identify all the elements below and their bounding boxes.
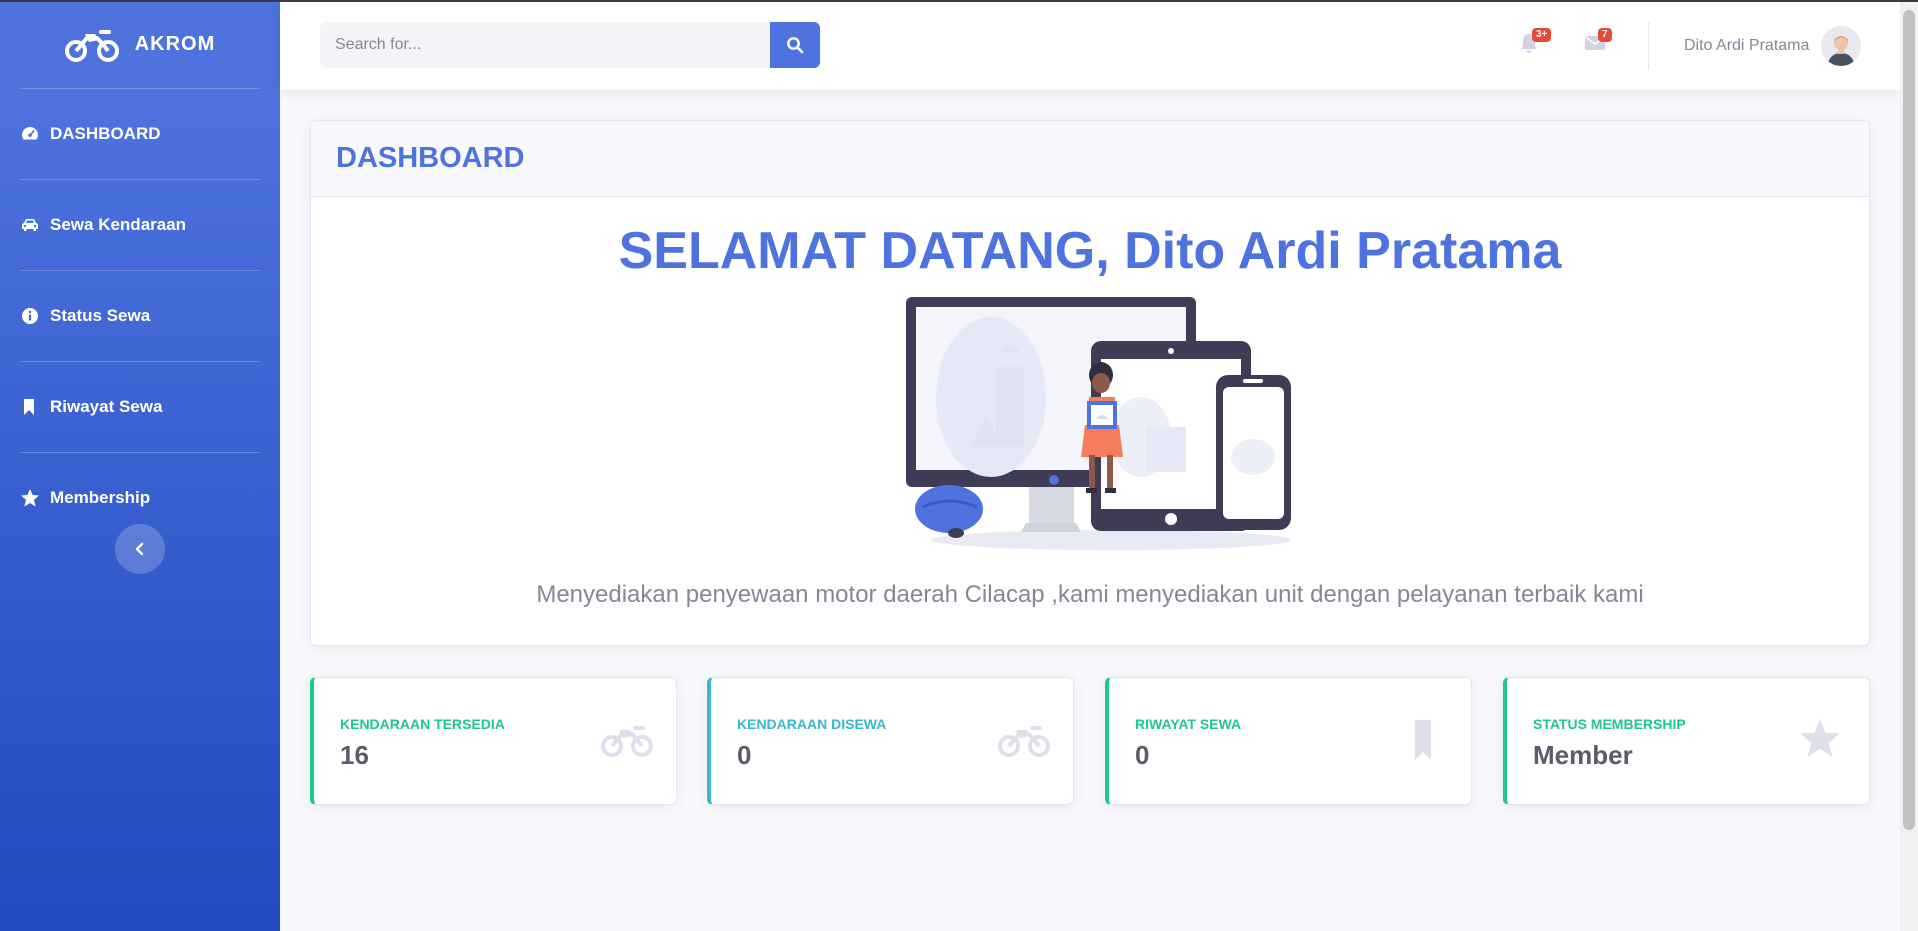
window-top-border (0, 0, 1918, 2)
topbar: 3+ 7 Dito Ardi Pratama (280, 2, 1900, 90)
description-text: Menyediakan penyewaan motor daerah Cilac… (536, 581, 1644, 608)
devices-illustration (906, 297, 1291, 550)
brand-name: AKROM (134, 32, 216, 55)
stat-value: 0 (737, 740, 752, 770)
search-icon (787, 37, 804, 54)
alerts-badge: 3+ (1532, 28, 1552, 42)
sidebar-toggle-button[interactable] (115, 524, 165, 574)
sidebar-item-label: Membership (50, 488, 151, 507)
stat-value: 16 (340, 740, 369, 770)
bookmark-icon (1415, 720, 1431, 760)
motorcycle-icon (601, 726, 653, 757)
stat-card-status-membership[interactable]: STATUS MEMBERSHIP Member (1503, 677, 1870, 805)
chevron-left-icon (135, 542, 144, 556)
star-icon (1800, 719, 1840, 757)
sidebar: AKROM DASHBOARD Sewa Kendaraan Status Se… (0, 0, 280, 931)
motorcycle-icon (998, 726, 1050, 757)
topbar-divider (1648, 22, 1649, 70)
info-circle-icon (22, 308, 38, 324)
sidebar-item-sewa-kendaraan[interactable]: Sewa Kendaraan (0, 180, 280, 270)
stat-card-kendaraan-tersedia[interactable]: KENDARAAN TERSEDIA 16 (310, 677, 677, 805)
sidebar-item-label: Sewa Kendaraan (50, 215, 187, 234)
scrollbar-thumb[interactable] (1903, 10, 1915, 830)
dashboard-card: DASHBOARD SELAMAT DATANG, Dito Ardi Prat… (310, 120, 1870, 646)
user-name: Dito Ardi Pratama (1684, 37, 1810, 54)
user-menu[interactable]: Dito Ardi Pratama (1684, 26, 1862, 66)
sidebar-item-label: Riwayat Sewa (50, 397, 163, 416)
tachometer-icon (22, 127, 38, 140)
page-scrollbar[interactable] (1900, 2, 1918, 931)
messages-button[interactable]: 7 (1584, 28, 1614, 62)
search-form (320, 22, 820, 68)
sidebar-item-status-sewa[interactable]: Status Sewa (0, 271, 280, 361)
search-input[interactable] (320, 22, 770, 68)
stat-label: STATUS MEMBERSHIP (1533, 716, 1686, 732)
car-icon (22, 219, 38, 231)
sidebar-item-riwayat-sewa[interactable]: Riwayat Sewa (0, 362, 280, 452)
star-icon (21, 489, 39, 507)
welcome-heading: SELAMAT DATANG, Dito Ardi Pratama (618, 222, 1562, 280)
stat-label: RIWAYAT SEWA (1135, 716, 1242, 732)
stat-label: KENDARAAN TERSEDIA (340, 716, 505, 732)
messages-badge: 7 (1598, 28, 1612, 42)
avatar-image (1821, 26, 1862, 66)
stat-card-kendaraan-disewa[interactable]: KENDARAAN DISEWA 0 (707, 677, 1074, 805)
sidebar-item-label: Status Sewa (50, 306, 151, 325)
stat-label: KENDARAAN DISEWA (737, 716, 887, 732)
sidebar-brand[interactable]: AKROM (0, 0, 280, 88)
motorcycle-icon (64, 30, 119, 62)
sidebar-item-dashboard[interactable]: DASHBOARD (0, 89, 280, 179)
search-button[interactable] (770, 22, 820, 68)
avatar (1821, 26, 1862, 66)
card-title: DASHBOARD (311, 121, 1869, 197)
stat-card-riwayat-sewa[interactable]: RIWAYAT SEWA 0 (1105, 677, 1472, 805)
bookmark-icon (24, 399, 34, 415)
stat-value: 0 (1135, 740, 1150, 770)
sidebar-item-label: DASHBOARD (50, 124, 161, 143)
alerts-button[interactable]: 3+ (1518, 28, 1552, 62)
stat-value: Member (1533, 740, 1633, 770)
